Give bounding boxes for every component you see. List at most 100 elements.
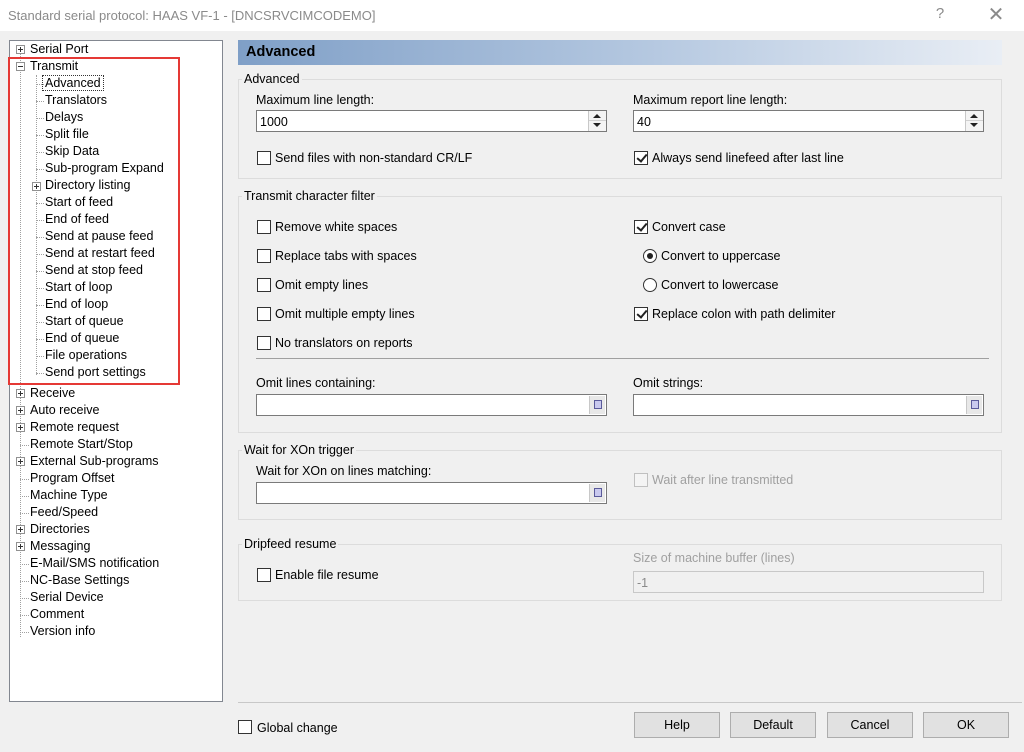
close-icon[interactable]: ✕ bbox=[983, 2, 1009, 27]
convert-case-label: Convert case bbox=[652, 220, 726, 234]
global-change-checkbox[interactable] bbox=[238, 720, 252, 734]
transmit-highlight-box bbox=[8, 57, 180, 385]
max-line-length-value: 1000 bbox=[260, 115, 288, 129]
xon-group-label: Wait for XOn trigger bbox=[242, 443, 356, 457]
spin-divider bbox=[589, 120, 606, 121]
max-line-length-label: Maximum line length: bbox=[256, 93, 375, 107]
wait-after-line-label: Wait after line transmitted bbox=[652, 473, 794, 487]
footer-separator bbox=[238, 702, 1022, 703]
replace-tabs-checkbox[interactable] bbox=[257, 249, 271, 263]
tree-item-machine-type[interactable]: Machine Type bbox=[30, 487, 108, 504]
tree-item-remote-request[interactable]: Remote request bbox=[30, 419, 119, 436]
tree-item-auto-receive[interactable]: Auto receive bbox=[30, 402, 99, 419]
cancel-button[interactable]: Cancel bbox=[827, 712, 913, 738]
max-report-line-length-field[interactable]: 40 bbox=[633, 110, 984, 132]
xon-matching-label: Wait for XOn on lines matching: bbox=[256, 464, 432, 478]
replace-colon-label: Replace colon with path delimiter bbox=[652, 307, 836, 321]
expand-serial-port-icon[interactable] bbox=[16, 45, 25, 54]
spin-down-icon[interactable] bbox=[593, 123, 601, 127]
tree-item-nc-base-settings[interactable]: NC-Base Settings bbox=[30, 572, 129, 589]
expand-messaging-icon[interactable] bbox=[16, 542, 25, 551]
max-report-line-length-spinner[interactable] bbox=[965, 111, 983, 131]
machine-buffer-field[interactable]: -1 bbox=[633, 571, 984, 593]
always-linefeed-label: Always send linefeed after last line bbox=[652, 151, 844, 165]
machine-buffer-value: -1 bbox=[637, 576, 649, 590]
expand-auto-receive-icon[interactable] bbox=[16, 406, 25, 415]
expand-directories-icon[interactable] bbox=[16, 525, 25, 534]
remove-white-spaces-checkbox[interactable] bbox=[257, 220, 271, 234]
replace-colon-checkbox[interactable] bbox=[634, 307, 648, 321]
dripfeed-group-label: Dripfeed resume bbox=[242, 537, 339, 551]
tree-item-remote-start-stop[interactable]: Remote Start/Stop bbox=[30, 436, 133, 453]
tree-item-email-sms[interactable]: E-Mail/SMS notification bbox=[30, 555, 159, 572]
tree-branch bbox=[20, 479, 29, 480]
max-line-length-spinner[interactable] bbox=[588, 111, 606, 131]
list-editor-icon bbox=[594, 400, 602, 409]
enable-file-resume-checkbox[interactable] bbox=[257, 568, 271, 582]
tree-branch bbox=[20, 632, 29, 633]
always-linefeed-checkbox[interactable] bbox=[634, 151, 648, 165]
spin-down-icon[interactable] bbox=[970, 123, 978, 127]
tree-item-version-info[interactable]: Version info bbox=[30, 623, 95, 640]
tree-item-receive[interactable]: Receive bbox=[30, 385, 75, 402]
tree-item-serial-device[interactable]: Serial Device bbox=[30, 589, 104, 606]
nonstandard-crlf-label: Send files with non-standard CR/LF bbox=[275, 151, 473, 165]
xon-matching-editor-button[interactable] bbox=[589, 484, 605, 502]
omit-multiple-empty-lines-checkbox[interactable] bbox=[257, 307, 271, 321]
global-change-label: Global change bbox=[257, 721, 338, 735]
default-button[interactable]: Default bbox=[730, 712, 816, 738]
tree-item-messaging[interactable]: Messaging bbox=[30, 538, 90, 555]
tree-item-serial-port[interactable]: Serial Port bbox=[30, 41, 88, 58]
enable-file-resume-label: Enable file resume bbox=[275, 568, 379, 582]
expand-receive-icon[interactable] bbox=[16, 389, 25, 398]
list-editor-icon bbox=[971, 400, 979, 409]
spin-up-icon[interactable] bbox=[593, 114, 601, 118]
spin-divider bbox=[966, 120, 983, 121]
tree-item-directories[interactable]: Directories bbox=[30, 521, 90, 538]
tree-branch bbox=[20, 513, 29, 514]
help-button[interactable]: Help bbox=[634, 712, 720, 738]
tree-branch bbox=[20, 581, 29, 582]
window-title: Standard serial protocol: HAAS VF-1 - [D… bbox=[8, 8, 376, 23]
advanced-group-label: Advanced bbox=[242, 72, 302, 86]
tree-item-feed-speed[interactable]: Feed/Speed bbox=[30, 504, 98, 521]
omit-empty-lines-checkbox[interactable] bbox=[257, 278, 271, 292]
expand-external-sub-programs-icon[interactable] bbox=[16, 457, 25, 466]
convert-uppercase-radio[interactable] bbox=[643, 249, 657, 263]
machine-buffer-label: Size of machine buffer (lines) bbox=[633, 551, 795, 565]
panel-header bbox=[238, 40, 1002, 65]
wait-after-line-checkbox[interactable] bbox=[634, 473, 648, 487]
filter-separator bbox=[256, 358, 989, 359]
max-report-line-length-value: 40 bbox=[637, 115, 651, 129]
max-line-length-field[interactable]: 1000 bbox=[256, 110, 607, 132]
no-translators-checkbox[interactable] bbox=[257, 336, 271, 350]
convert-case-checkbox[interactable] bbox=[634, 220, 648, 234]
convert-uppercase-label: Convert to uppercase bbox=[661, 249, 781, 263]
convert-lowercase-radio[interactable] bbox=[643, 278, 657, 292]
omit-lines-editor-button[interactable] bbox=[589, 396, 605, 414]
remove-white-spaces-label: Remove white spaces bbox=[275, 220, 398, 234]
replace-tabs-label: Replace tabs with spaces bbox=[275, 249, 417, 263]
omit-strings-editor-button[interactable] bbox=[966, 396, 982, 414]
convert-lowercase-label: Convert to lowercase bbox=[661, 278, 779, 292]
ok-button[interactable]: OK bbox=[923, 712, 1009, 738]
expand-remote-request-icon[interactable] bbox=[16, 423, 25, 432]
omit-strings-label: Omit strings: bbox=[633, 376, 704, 390]
tree-branch bbox=[20, 564, 29, 565]
tree-item-comment[interactable]: Comment bbox=[30, 606, 84, 623]
xon-matching-field[interactable] bbox=[256, 482, 607, 504]
panel-title: Advanced bbox=[246, 44, 316, 60]
spin-up-icon[interactable] bbox=[970, 114, 978, 118]
text-editor-icon bbox=[594, 488, 602, 497]
omit-strings-field[interactable] bbox=[633, 394, 984, 416]
tree-branch bbox=[20, 496, 29, 497]
filter-group-label: Transmit character filter bbox=[242, 189, 377, 203]
tree-branch bbox=[20, 598, 29, 599]
omit-lines-containing-field[interactable] bbox=[256, 394, 607, 416]
omit-empty-lines-label: Omit empty lines bbox=[275, 278, 369, 292]
tree-item-program-offset[interactable]: Program Offset bbox=[30, 470, 115, 487]
help-icon[interactable]: ? bbox=[930, 5, 950, 22]
nonstandard-crlf-checkbox[interactable] bbox=[257, 151, 271, 165]
max-report-line-length-label: Maximum report line length: bbox=[633, 93, 788, 107]
tree-item-external-sub-programs[interactable]: External Sub-programs bbox=[30, 453, 159, 470]
